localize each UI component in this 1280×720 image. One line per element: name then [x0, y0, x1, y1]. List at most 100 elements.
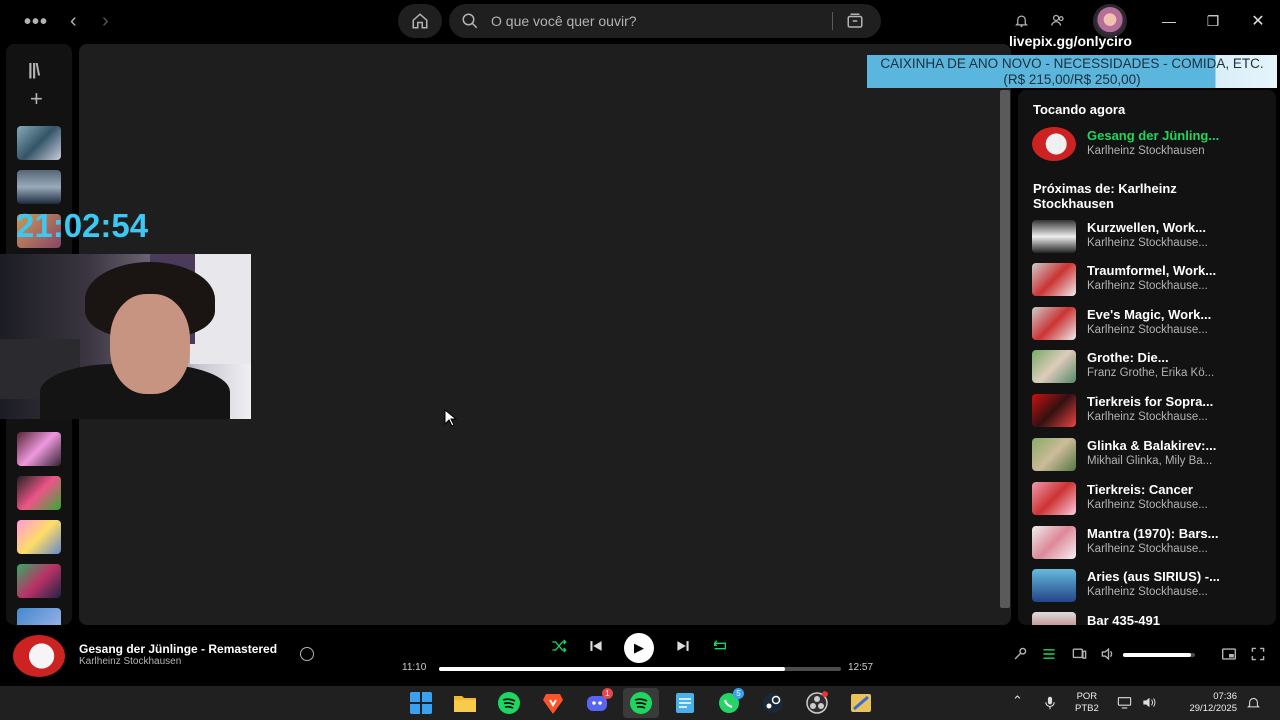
browse-icon[interactable] — [846, 12, 864, 30]
input-language-indicator[interactable]: POR PTB2 — [1075, 691, 1099, 715]
now-playing-cover[interactable] — [13, 635, 65, 677]
queue-cover — [1032, 307, 1076, 340]
fullscreen-icon[interactable] — [1251, 647, 1265, 661]
queue-artist[interactable]: Karlheinz Stockhause... — [1087, 280, 1262, 292]
spotify-icon[interactable] — [497, 691, 521, 715]
brave-browser-icon[interactable] — [541, 691, 565, 715]
restore-icon[interactable]: ❐ — [1202, 10, 1224, 32]
library-item-cover[interactable] — [17, 564, 61, 598]
queue-title[interactable]: Mantra (1970): Bars... — [1087, 526, 1262, 541]
previous-track-icon[interactable] — [589, 639, 603, 653]
queue-artist[interactable]: Karlheinz Stockhause... — [1087, 324, 1262, 336]
queue-artist[interactable]: Karlheinz Stockhause... — [1087, 586, 1262, 598]
microphone-icon[interactable] — [1044, 696, 1056, 710]
queue-artist[interactable]: Franz Grothe, Erika Kö... — [1087, 367, 1262, 379]
webcam-overlay — [0, 254, 251, 419]
speaker-icon[interactable] — [1142, 696, 1157, 709]
notifications-bell-icon[interactable] — [1014, 13, 1029, 28]
friend-activity-icon[interactable] — [1050, 13, 1066, 28]
home-button[interactable] — [398, 4, 442, 38]
shuffle-icon[interactable] — [551, 639, 567, 653]
miniplayer-icon[interactable] — [1221, 647, 1237, 661]
volume-icon[interactable] — [1101, 647, 1116, 661]
library-item-cover[interactable] — [17, 608, 61, 625]
system-clock[interactable]: 07:36 29/12/2025 — [1173, 691, 1237, 715]
search-divider — [832, 12, 833, 30]
library-item-cover[interactable] — [17, 432, 61, 466]
library-item-cover[interactable] — [17, 520, 61, 554]
stream-clock-overlay: 21:02:54 — [16, 207, 149, 244]
next-up-header: Próximas de: Karlheinz Stockhausen — [1033, 181, 1177, 211]
banner-line-1: CAIXINHA DE ANO NOVO - NECESSIDADES - CO… — [880, 56, 1264, 71]
queue-artist[interactable]: Karlheinz Stockhause... — [1087, 543, 1262, 555]
system-time: 07:36 — [1213, 691, 1237, 702]
donation-goal-banner: CAIXINHA DE ANO NOVO - NECESSIDADES - CO… — [867, 55, 1277, 88]
queue-artist[interactable]: Karlheinz Stockhause... — [1087, 499, 1262, 511]
progress-bar[interactable] — [439, 667, 841, 671]
play-button[interactable]: ▶ — [624, 633, 654, 663]
queue-title[interactable]: Traumformel, Work... — [1087, 263, 1262, 278]
library-item-cover[interactable] — [17, 126, 61, 160]
show-hidden-icons-chevron-icon[interactable]: ⌃ — [1012, 693, 1023, 709]
now-playing-artist[interactable]: Karlheinz Stockhausen — [1087, 145, 1262, 157]
main-scrollbar[interactable] — [1000, 90, 1010, 608]
windows-taskbar: 1 5 ⌃ POR PTB2 07:36 29/12/2025 — [0, 686, 1280, 720]
queue-cover — [1032, 569, 1076, 602]
library-icon[interactable]: ||\ — [28, 60, 40, 80]
player-track-artist[interactable]: Karlheinz Stockhausen — [79, 656, 181, 667]
queue-title[interactable]: Eve's Magic, Work... — [1087, 307, 1262, 322]
queue-cover — [1032, 394, 1076, 427]
add-to-library-icon[interactable] — [300, 647, 314, 661]
play-icon: ▶ — [634, 640, 644, 655]
livepix-overlay-text: livepix.gg/onlyciro — [1009, 33, 1132, 49]
queue-title[interactable]: Glinka & Balakirev:... — [1087, 438, 1262, 453]
spotify-icon[interactable] — [629, 691, 653, 715]
minimize-icon[interactable]: — — [1158, 10, 1180, 32]
progress-fill — [439, 667, 785, 671]
queue-title[interactable]: Tierkreis for Sopra... — [1087, 394, 1262, 409]
now-playing-title[interactable]: Gesang der Jünling... — [1087, 128, 1262, 143]
library-item-cover[interactable] — [17, 170, 61, 204]
notepad-icon[interactable] — [673, 691, 697, 715]
windows-start-icon[interactable] — [409, 691, 433, 715]
banner-line-2: (R$ 215,00/R$ 250,00) — [1003, 72, 1141, 87]
back-arrow-icon[interactable]: ‹ — [70, 11, 77, 31]
lyrics-mic-icon[interactable] — [1013, 647, 1027, 661]
add-playlist-icon[interactable]: + — [30, 86, 43, 112]
queue-title[interactable]: Bar 435-491 — [1087, 613, 1262, 625]
queue-artist[interactable]: Mikhail Glinka, Mily Ba... — [1087, 455, 1262, 467]
connect-device-icon[interactable] — [1072, 647, 1087, 661]
home-icon — [412, 13, 428, 29]
queue-cover — [1032, 482, 1076, 515]
mouse-cursor-icon — [444, 409, 458, 427]
search-icon — [462, 13, 478, 29]
queue-title[interactable]: Kurzwellen, Work... — [1087, 220, 1262, 235]
search-input[interactable] — [491, 4, 821, 38]
close-icon[interactable]: ✕ — [1247, 10, 1269, 32]
queue-title[interactable]: Aries (aus SIRIUS) -... — [1087, 569, 1262, 584]
volume-slider[interactable] — [1123, 653, 1195, 657]
system-date: 29/12/2025 — [1189, 703, 1237, 714]
forward-arrow-icon[interactable]: › — [102, 11, 109, 31]
notification-center-icon[interactable] — [1247, 696, 1260, 710]
lang-line-2: PTB2 — [1075, 703, 1099, 714]
queue-icon[interactable] — [1042, 647, 1056, 661]
next-track-icon[interactable] — [676, 639, 690, 653]
steam-icon[interactable] — [761, 691, 785, 715]
now-playing-cover — [1032, 127, 1076, 161]
file-explorer-icon[interactable] — [453, 691, 477, 715]
library-item-cover[interactable] — [17, 476, 61, 510]
queue-artist[interactable]: Karlheinz Stockhause... — [1087, 237, 1262, 249]
search-box[interactable] — [449, 4, 881, 38]
queue-title[interactable]: Tierkreis: Cancer — [1087, 482, 1262, 497]
obs-studio-icon[interactable] — [805, 691, 829, 715]
file-manager-icon[interactable] — [849, 691, 873, 715]
more-options-icon[interactable]: ••• — [24, 12, 48, 32]
network-icon[interactable] — [1117, 696, 1132, 709]
track-duration: 12:57 — [848, 662, 874, 673]
queue-artist[interactable]: Karlheinz Stockhause... — [1087, 411, 1262, 423]
player-track-title[interactable]: Gesang der Jünlinge - Remastered — [79, 642, 277, 656]
repeat-icon[interactable] — [712, 639, 728, 653]
queue-title[interactable]: Grothe: Die... — [1087, 350, 1262, 365]
queue-cover — [1032, 350, 1076, 383]
